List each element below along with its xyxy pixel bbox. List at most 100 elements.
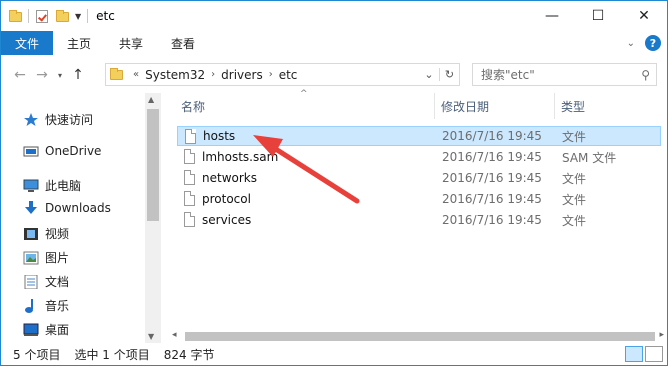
close-button[interactable]: ✕ — [621, 1, 667, 31]
sidebar-item-pictures[interactable]: 图片 — [23, 249, 69, 266]
picture-icon — [23, 251, 39, 265]
customize-toolbar-dropdown-icon[interactable]: ▼ — [75, 12, 81, 21]
folder-icon[interactable] — [8, 9, 22, 23]
explorer-window: ▼ etc — ☐ ✕ 文件 主页 共享 查看 ⌄ ? ← → ▾ ↑ « Sy… — [0, 0, 668, 366]
scrollbar-thumb[interactable] — [147, 109, 159, 221]
refresh-icon[interactable]: ↻ — [439, 68, 459, 81]
file-row-services[interactable]: services 2016/7/16 19:45 文件 — [177, 210, 661, 230]
scroll-up-icon[interactable]: ▲ — [148, 95, 154, 104]
search-placeholder: 搜索"etc" — [481, 68, 535, 82]
breadcrumb-drivers[interactable]: drivers — [221, 68, 263, 82]
file-date: 2016/7/16 19:45 — [442, 129, 542, 143]
column-divider[interactable] — [554, 93, 555, 119]
sidebar-item-downloads[interactable]: Downloads — [23, 201, 111, 215]
sidebar-item-videos[interactable]: 视频 — [23, 225, 69, 242]
tab-home[interactable]: 主页 — [53, 31, 105, 55]
back-button[interactable]: ← — [9, 67, 31, 83]
desktop-icon — [23, 323, 39, 337]
scroll-down-icon[interactable]: ▼ — [148, 332, 154, 341]
file-row-lmhosts[interactable]: lmhosts.sam 2016/7/16 19:45 SAM 文件 — [177, 147, 661, 167]
search-icon[interactable]: ⚲ — [641, 68, 650, 82]
scroll-right-icon[interactable]: ▸ — [659, 330, 664, 340]
navigation-pane: 快速访问 OneDrive 此电脑 Downloads 视频 图片 文档 音乐 — [1, 93, 161, 343]
tab-file[interactable]: 文件 — [1, 31, 54, 55]
toolbar-divider — [28, 9, 29, 23]
toolbar-divider — [87, 9, 89, 23]
navigation-bar: ← → ▾ ↑ « System32 › drivers › etc ⌄ ↻ 搜… — [1, 59, 667, 91]
window-title: etc — [96, 9, 115, 23]
file-name: lmhosts.sam — [202, 150, 279, 164]
tab-view[interactable]: 查看 — [157, 31, 209, 55]
large-icons-view-icon[interactable] — [645, 346, 663, 362]
selection-count: 选中 1 个项目 — [74, 347, 150, 362]
file-icon — [184, 212, 195, 227]
file-icon — [184, 149, 195, 164]
forward-button[interactable]: → — [31, 67, 53, 83]
star-icon — [23, 112, 39, 127]
sidebar-item-label: 此电脑 — [45, 179, 82, 193]
breadcrumb-system32[interactable]: System32 — [145, 68, 205, 82]
file-row-networks[interactable]: networks 2016/7/16 19:45 文件 — [177, 168, 661, 188]
sort-ascending-icon: ^ — [300, 89, 308, 99]
sidebar-item-quick-access[interactable]: 快速访问 — [23, 111, 93, 128]
title-bar: ▼ etc — ☐ ✕ — [1, 1, 667, 31]
properties-icon[interactable] — [35, 9, 49, 23]
document-icon — [23, 274, 39, 289]
recent-locations-dropdown[interactable]: ▾ — [53, 71, 67, 80]
column-header-date[interactable]: 修改日期 — [441, 93, 489, 119]
overflow-chevron-icon[interactable]: « — [133, 69, 139, 80]
sidebar-item-documents[interactable]: 文档 — [23, 273, 69, 290]
tab-share[interactable]: 共享 — [105, 31, 157, 55]
cloud-icon — [23, 144, 39, 158]
file-date: 2016/7/16 19:45 — [442, 192, 542, 206]
file-icon — [184, 170, 195, 185]
search-input[interactable]: 搜索"etc" ⚲ — [472, 63, 657, 86]
sidebar-item-label: 音乐 — [45, 299, 70, 313]
scrollbar-thumb[interactable] — [185, 332, 655, 341]
breadcrumb-separator-icon[interactable]: › — [269, 69, 273, 80]
sidebar-item-label: 快速访问 — [45, 113, 94, 127]
file-name: protocol — [202, 192, 251, 206]
file-list-horizontal-scrollbar[interactable]: ◂ ▸ — [169, 330, 667, 343]
up-button[interactable]: ↑ — [67, 67, 89, 83]
address-bar-controls: ⌄ ↻ — [419, 64, 459, 85]
sidebar-item-onedrive[interactable]: OneDrive — [23, 144, 101, 158]
file-row-hosts[interactable]: hosts 2016/7/16 19:45 文件 — [177, 126, 661, 146]
file-type: 文件 — [562, 171, 587, 186]
file-type: 文件 — [562, 213, 587, 228]
address-bar[interactable]: « System32 › drivers › etc ⌄ ↻ — [105, 63, 460, 86]
maximize-button[interactable]: ☐ — [575, 1, 621, 31]
folder-icon — [110, 67, 123, 80]
scroll-left-icon[interactable]: ◂ — [172, 330, 177, 340]
file-row-protocol[interactable]: protocol 2016/7/16 19:45 文件 — [177, 189, 661, 209]
sidebar-item-label: 视频 — [45, 227, 70, 241]
ribbon-right-controls: ⌄ ? — [627, 35, 661, 51]
sidebar-item-label: Downloads — [45, 201, 111, 215]
file-name: services — [202, 213, 252, 227]
video-icon — [23, 227, 39, 241]
breadcrumb-separator-icon[interactable]: › — [211, 69, 215, 80]
address-dropdown-icon[interactable]: ⌄ — [419, 68, 439, 81]
quick-access-toolbar: ▼ — [1, 9, 89, 23]
details-view-icon[interactable] — [625, 346, 643, 362]
expand-ribbon-icon[interactable]: ⌄ — [627, 38, 635, 49]
new-folder-icon[interactable] — [55, 9, 69, 23]
ribbon-tabs: 文件 主页 共享 查看 ⌄ ? — [1, 31, 667, 55]
help-icon[interactable]: ? — [645, 35, 661, 51]
minimize-button[interactable]: — — [529, 1, 575, 31]
file-name: networks — [202, 171, 257, 185]
sidebar-item-music[interactable]: 音乐 — [23, 297, 69, 314]
computer-icon — [23, 179, 39, 193]
column-header-type[interactable]: 类型 — [561, 93, 585, 119]
file-type: 文件 — [562, 129, 587, 144]
sidebar-item-this-pc[interactable]: 此电脑 — [23, 177, 81, 194]
column-header-name[interactable]: 名称 — [181, 93, 205, 119]
breadcrumb-etc[interactable]: etc — [279, 68, 298, 82]
file-date: 2016/7/16 19:45 — [442, 213, 542, 227]
file-list-pane: ^ 名称 修改日期 类型 hosts 2016/7/16 19:45 文件 lm… — [169, 89, 667, 343]
navigation-pane-scrollbar[interactable]: ▲ ▼ — [145, 93, 161, 343]
sidebar-item-desktop[interactable]: 桌面 — [23, 321, 69, 338]
file-name: hosts — [203, 129, 236, 143]
sidebar-item-label: 文档 — [45, 275, 70, 289]
column-divider[interactable] — [434, 93, 435, 119]
